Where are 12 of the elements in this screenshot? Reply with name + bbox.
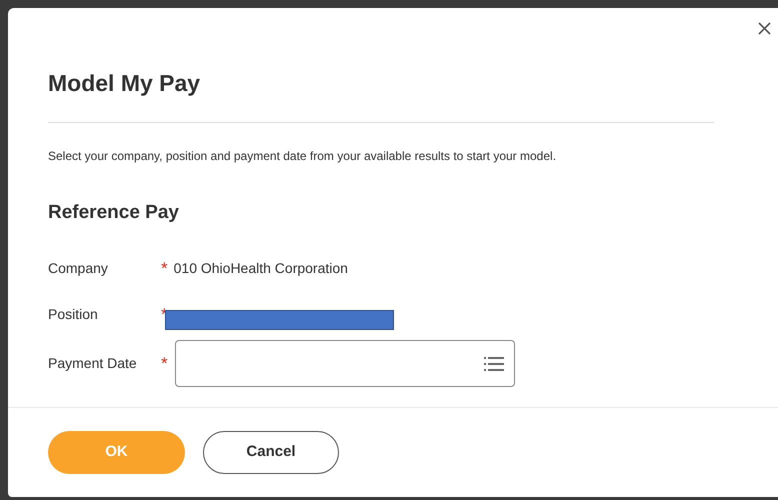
field-label: Payment Date bbox=[48, 354, 138, 373]
cancel-button[interactable]: Cancel bbox=[203, 431, 339, 474]
field-value: 010 OhioHealth Corporation bbox=[174, 259, 348, 278]
date-field[interactable] bbox=[174, 340, 515, 387]
field-label: Position bbox=[48, 305, 99, 324]
dialog-title: Model My Pay bbox=[48, 69, 202, 98]
description-text: Select your company, position and payment date from your available results to start your model. bbox=[48, 148, 558, 165]
required-asterisk: * bbox=[161, 260, 168, 277]
section-heading: Reference Pay bbox=[48, 201, 180, 225]
required-asterisk: * bbox=[161, 355, 168, 372]
list-icon bbox=[484, 356, 504, 372]
field-label: Company bbox=[48, 259, 109, 278]
